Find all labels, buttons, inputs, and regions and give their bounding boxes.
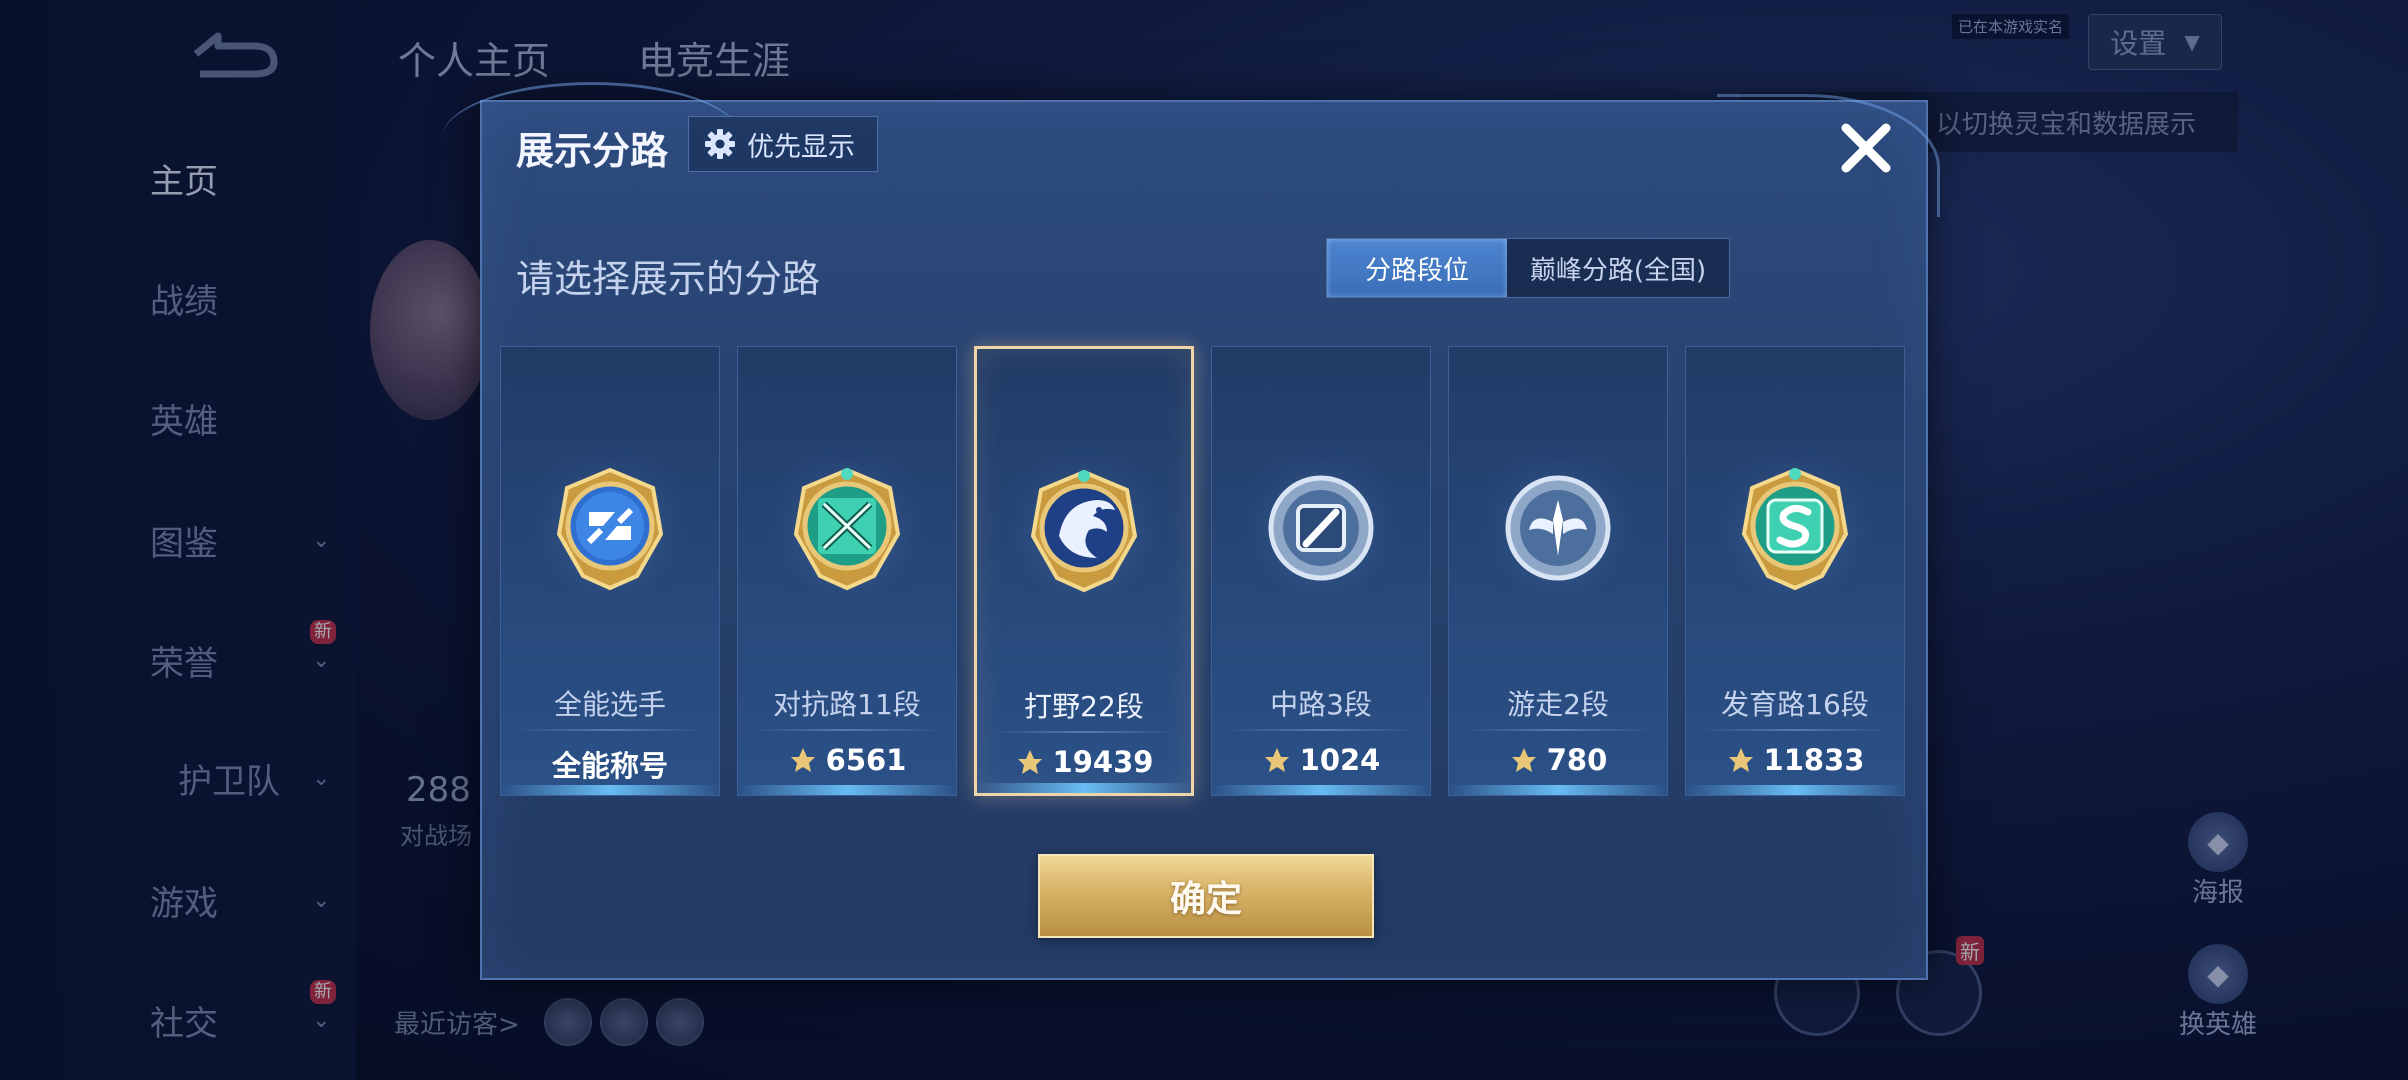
lane-score: 6561 bbox=[738, 743, 956, 777]
lane-card-clash[interactable]: 对抗路11段 6561 bbox=[737, 346, 957, 796]
gear-icon bbox=[705, 129, 735, 159]
dialog-title: 展示分路 bbox=[516, 129, 669, 173]
rank-points-icon bbox=[790, 748, 815, 772]
rank-points-icon bbox=[1728, 748, 1753, 772]
lane-name: 发育路16段 bbox=[1721, 688, 1869, 721]
all-round-emblem-icon bbox=[556, 467, 664, 591]
lane-card-mid[interactable]: 中路3段 1024 bbox=[1211, 346, 1431, 796]
lane-display-dialog: 展示分路 优先显示 请选择展示的分路 分路段位 巅峰分路(全国) 全能选手 全能… bbox=[442, 82, 1940, 980]
lane-card-list: 全能选手 全能称号 对抗路11段 6561 打野22段 19439 中路3段 1… bbox=[500, 346, 1912, 796]
priority-display-button[interactable]: 优先显示 bbox=[688, 116, 878, 172]
lane-card-jungle[interactable]: 打野22段 19439 bbox=[974, 346, 1194, 796]
emblem-glow bbox=[998, 445, 1170, 617]
close-button[interactable] bbox=[1834, 116, 1898, 180]
priority-display-label: 优先显示 bbox=[747, 131, 855, 163]
divider bbox=[515, 729, 705, 731]
tab-peak-lane-national[interactable]: 巅峰分路(全国) bbox=[1507, 239, 1729, 297]
lane-name: 中路3段 bbox=[1270, 688, 1372, 721]
rank-points-icon bbox=[1017, 750, 1042, 774]
card-glow bbox=[1449, 785, 1667, 795]
clash-lane-emblem-icon bbox=[793, 467, 901, 591]
dialog-subtitle: 请选择展示的分路 bbox=[516, 257, 821, 301]
lane-name: 全能选手 bbox=[553, 688, 666, 721]
rank-points-icon bbox=[1264, 748, 1289, 772]
card-glow bbox=[1212, 785, 1430, 795]
lane-score: 11833 bbox=[1686, 743, 1904, 777]
card-glow bbox=[1686, 785, 1904, 795]
divider bbox=[752, 729, 942, 731]
lane-score: 1024 bbox=[1212, 743, 1430, 777]
card-glow bbox=[501, 785, 719, 795]
mid-lane-emblem-icon bbox=[1268, 475, 1374, 581]
lane-card-farm[interactable]: 发育路16段 11833 bbox=[1685, 346, 1905, 796]
lane-score-value: 19439 bbox=[1052, 745, 1154, 779]
jungle-emblem-icon bbox=[1030, 469, 1138, 593]
emblem-glow bbox=[1472, 443, 1644, 615]
emblem-glow bbox=[1709, 443, 1881, 615]
lane-score-value: 1024 bbox=[1299, 743, 1381, 777]
rank-points-icon bbox=[1511, 748, 1536, 772]
lane-name: 对抗路11段 bbox=[773, 688, 921, 721]
lane-score-value: 6561 bbox=[825, 743, 907, 777]
divider bbox=[1226, 729, 1416, 731]
card-glow bbox=[738, 785, 956, 795]
emblem-glow bbox=[761, 443, 933, 615]
divider bbox=[991, 731, 1177, 733]
emblem-glow bbox=[1235, 443, 1407, 615]
lane-name: 游走2段 bbox=[1507, 688, 1609, 721]
confirm-button[interactable]: 确定 bbox=[1038, 854, 1374, 938]
lane-card-roam[interactable]: 游走2段 780 bbox=[1448, 346, 1668, 796]
decorative-swirl bbox=[1717, 94, 1940, 217]
card-glow bbox=[977, 783, 1191, 793]
emblem-glow bbox=[524, 443, 696, 615]
lane-score-value: 全能称号 bbox=[551, 749, 668, 783]
rank-type-tabs: 分路段位 巅峰分路(全国) bbox=[1326, 238, 1730, 298]
lane-score-value: 11833 bbox=[1763, 743, 1865, 777]
close-icon bbox=[1841, 123, 1891, 173]
divider bbox=[1700, 729, 1890, 731]
farm-lane-emblem-icon bbox=[1741, 467, 1849, 591]
divider bbox=[1463, 729, 1653, 731]
lane-score-value: 780 bbox=[1546, 743, 1608, 777]
tab-lane-rank[interactable]: 分路段位 bbox=[1327, 239, 1507, 297]
lane-score: 全能称号 bbox=[501, 743, 719, 785]
lane-score: 19439 bbox=[977, 745, 1191, 779]
lane-name: 打野22段 bbox=[1024, 690, 1144, 723]
lane-card-all-round[interactable]: 全能选手 全能称号 bbox=[500, 346, 720, 796]
lane-score: 780 bbox=[1449, 743, 1667, 777]
roam-emblem-icon bbox=[1505, 475, 1611, 581]
